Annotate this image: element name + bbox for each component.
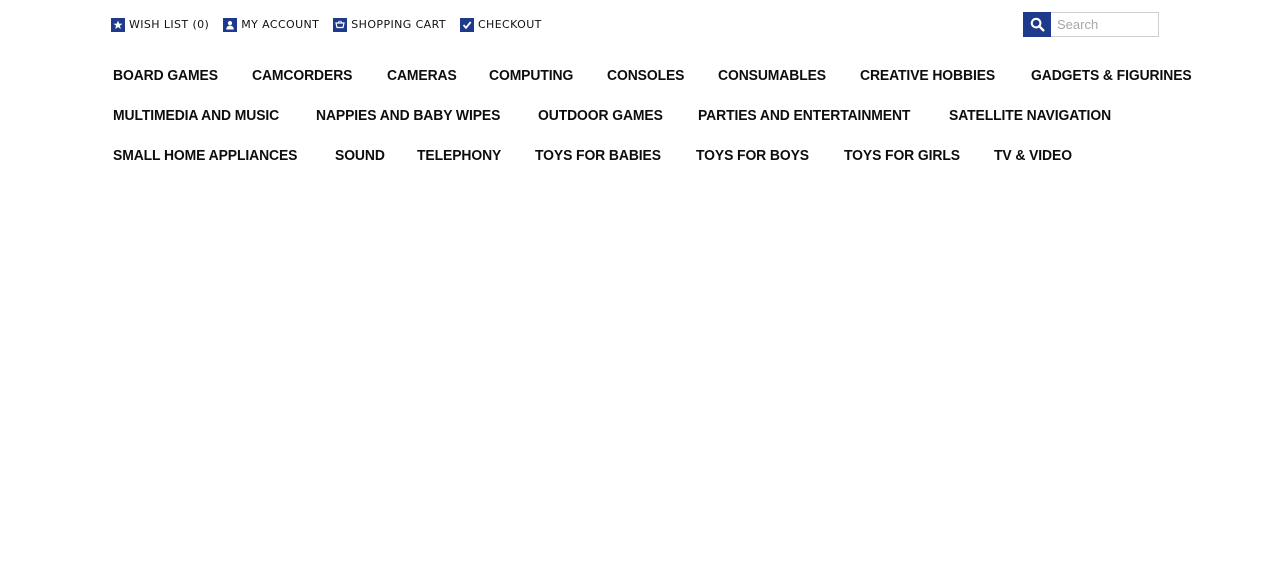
category-consoles[interactable]: CONSOLES <box>607 65 684 87</box>
category-camcorders[interactable]: CAMCORDERS <box>252 65 352 87</box>
my-account-label: MY ACCOUNT <box>241 18 320 31</box>
category-satellite-navigation[interactable]: SATELLITE NAVIGATION <box>949 105 1111 127</box>
category-nappies-baby-wipes[interactable]: NAPPIES AND BABY WIPES <box>316 105 500 127</box>
category-tv-video[interactable]: TV & VIDEO <box>994 145 1072 167</box>
category-menu-row: SMALL HOME APPLIANCES SOUND TELEPHONY TO… <box>113 136 1163 176</box>
search-input[interactable] <box>1051 12 1159 37</box>
shopping-cart-link[interactable]: SHOPPING CART <box>333 18 446 32</box>
category-consumables[interactable]: CONSUMABLES <box>718 65 826 87</box>
checkout-link[interactable]: CHECKOUT <box>459 18 542 32</box>
category-toys-for-girls[interactable]: TOYS FOR GIRLS <box>844 145 960 167</box>
wish-list-label: WISH LIST (0) <box>129 18 210 31</box>
search-button[interactable] <box>1023 12 1051 37</box>
search-box <box>1023 12 1159 37</box>
category-outdoor-games[interactable]: OUTDOOR GAMES <box>538 105 663 127</box>
category-telephony[interactable]: TELEPHONY <box>417 145 501 167</box>
category-menu-row: BOARD GAMES CAMCORDERS CAMERAS COMPUTING… <box>113 56 1192 96</box>
checkout-label: CHECKOUT <box>477 18 542 31</box>
category-menu: BOARD GAMES CAMCORDERS CAMERAS COMPUTING… <box>113 56 1192 176</box>
shopping-cart-label: SHOPPING CART <box>351 18 446 31</box>
wish-list-link[interactable]: WISH LIST (0) <box>111 18 209 32</box>
category-toys-for-babies[interactable]: TOYS FOR BABIES <box>535 145 661 167</box>
category-sound[interactable]: SOUND <box>335 145 385 167</box>
category-multimedia-music[interactable]: MULTIMEDIA AND MUSIC <box>113 105 279 127</box>
category-menu-row: MULTIMEDIA AND MUSIC NAPPIES AND BABY WI… <box>113 96 1163 136</box>
top-links-bar: WISH LIST (0) MY ACCOUNT SHOPPING CART C… <box>111 17 556 33</box>
category-toys-for-boys[interactable]: TOYS FOR BOYS <box>696 145 809 167</box>
cart-icon <box>333 18 348 32</box>
star-icon <box>111 18 125 32</box>
my-account-link[interactable]: MY ACCOUNT <box>223 18 319 32</box>
category-gadgets-figurines[interactable]: GADGETS & FIGURINES <box>1031 65 1192 87</box>
user-icon <box>223 18 238 32</box>
category-board-games[interactable]: BOARD GAMES <box>113 65 218 87</box>
category-small-home-appliances[interactable]: SMALL HOME APPLIANCES <box>113 145 297 167</box>
search-icon <box>1030 17 1045 32</box>
category-creative-hobbies[interactable]: CREATIVE HOBBIES <box>860 65 995 87</box>
category-parties-entertainment[interactable]: PARTIES AND ENTERTAINMENT <box>698 105 910 127</box>
category-cameras[interactable]: CAMERAS <box>387 65 457 87</box>
checkmark-icon <box>459 18 474 32</box>
category-computing[interactable]: COMPUTING <box>489 65 573 87</box>
